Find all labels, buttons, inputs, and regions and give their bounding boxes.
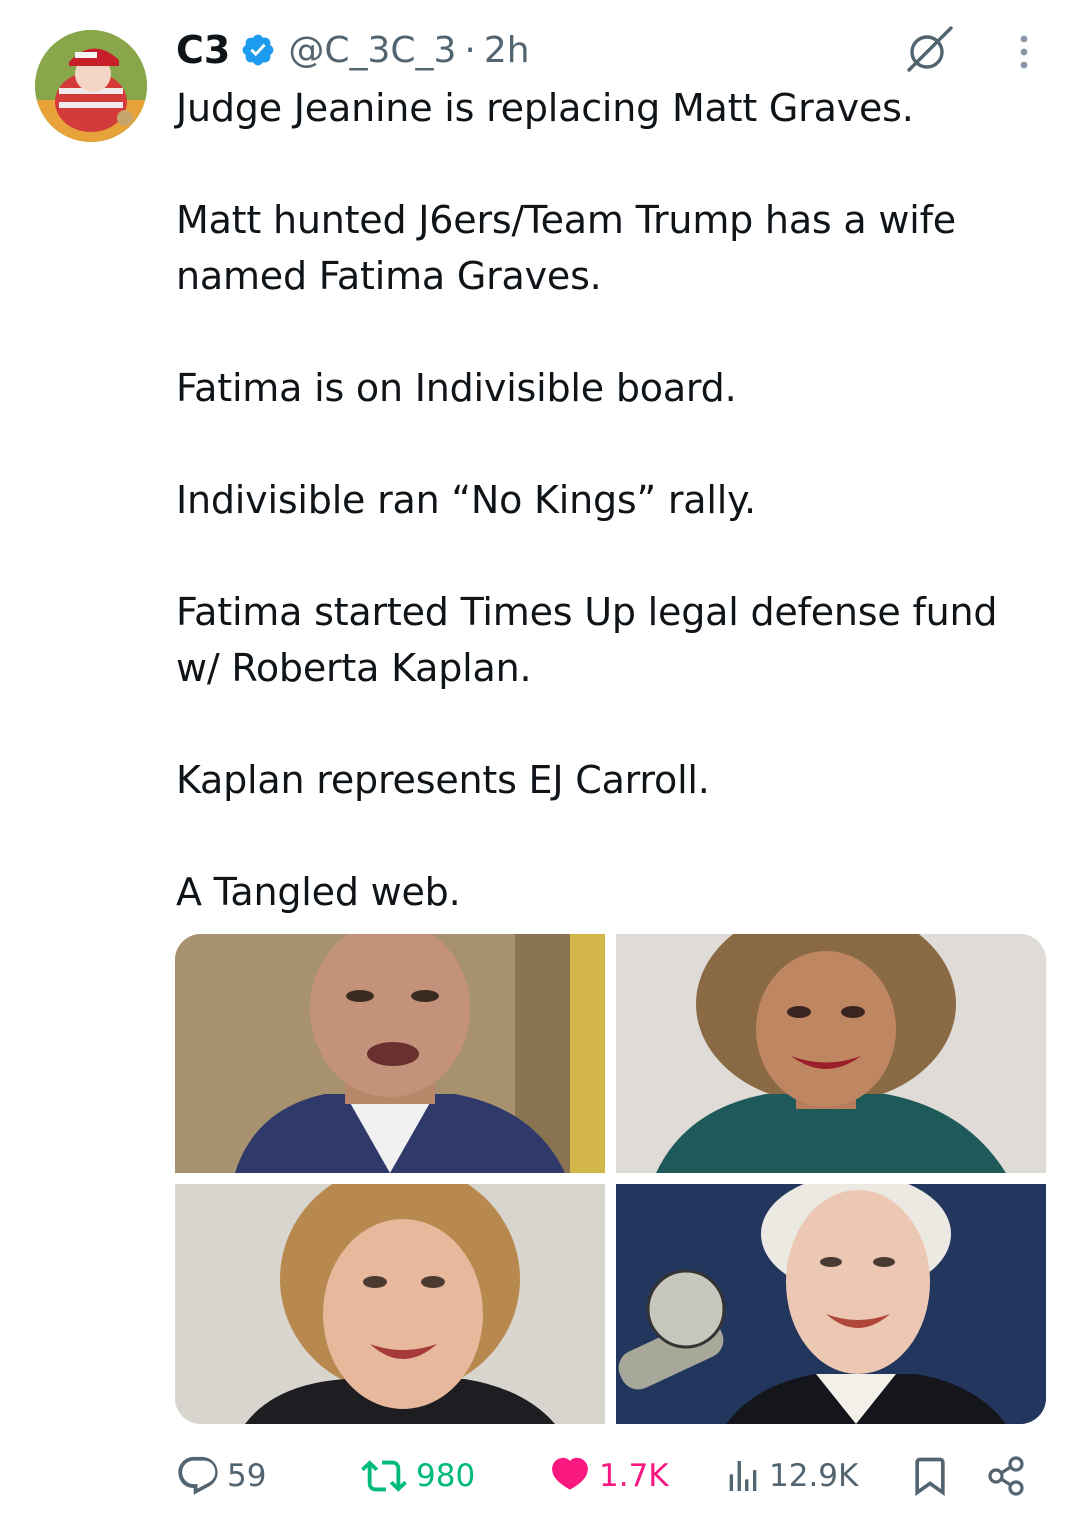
heart-icon — [552, 1457, 588, 1490]
action-bar: 59 980 1.7K 12.9K — [175, 1446, 1035, 1506]
tweet-text: Judge Jeanine is replacing Matt Graves. … — [176, 80, 1046, 920]
photo-woman-white-hair[interactable] — [616, 1184, 1046, 1424]
reply-button[interactable]: 59 — [175, 1446, 266, 1506]
tweet-paragraph: Judge Jeanine is replacing Matt Graves. — [176, 86, 914, 130]
photo-man-in-suit[interactable] — [175, 934, 605, 1173]
repost-icon — [361, 1460, 407, 1492]
tweet[interactable]: C3 @C_3C_3 · 2h Judge Jeanine is replaci… — [0, 0, 1080, 1529]
views-icon — [729, 1461, 757, 1491]
views-button[interactable]: 12.9K — [723, 1446, 858, 1506]
share-icon — [988, 1456, 1024, 1496]
media-grid — [175, 934, 1046, 1424]
tweet-paragraph: Fatima is on Indivisible board. — [176, 366, 737, 410]
author-name[interactable]: C3 — [176, 28, 230, 72]
tweet-paragraph: A Tangled web. — [176, 870, 461, 914]
author-handle[interactable]: @C_3C_3 — [288, 30, 456, 71]
views-count: 12.9K — [769, 1458, 859, 1494]
avatar[interactable] — [35, 30, 147, 142]
like-button[interactable]: 1.7K — [547, 1446, 669, 1506]
reply-count: 59 — [227, 1458, 267, 1494]
tweet-paragraph: Indivisible ran “No Kings” rally. — [176, 478, 756, 522]
share-button[interactable] — [985, 1446, 1029, 1506]
timestamp[interactable]: 2h — [484, 30, 530, 71]
tweet-paragraph: Fatima started Times Up legal defense fu… — [176, 590, 1010, 690]
tweet-header: C3 @C_3C_3 · 2h — [176, 24, 530, 76]
repost-count: 980 — [416, 1458, 476, 1494]
more-vertical-icon[interactable] — [1006, 32, 1042, 72]
bookmark-button[interactable] — [908, 1446, 952, 1506]
photo-woman-curly-hair[interactable] — [616, 934, 1046, 1173]
grok-icon[interactable] — [903, 24, 955, 76]
repost-button[interactable]: 980 — [358, 1446, 475, 1506]
verified-badge-icon — [240, 32, 276, 68]
bookmark-icon — [915, 1457, 945, 1497]
photo-woman-blonde[interactable] — [175, 1184, 605, 1424]
like-count: 1.7K — [599, 1458, 669, 1494]
separator-dot: · — [464, 29, 476, 71]
reply-icon — [178, 1456, 218, 1495]
tweet-paragraph: Kaplan represents EJ Carroll. — [176, 758, 710, 802]
tweet-paragraph: Matt hunted J6ers/Team Trump has a wife … — [176, 198, 968, 298]
